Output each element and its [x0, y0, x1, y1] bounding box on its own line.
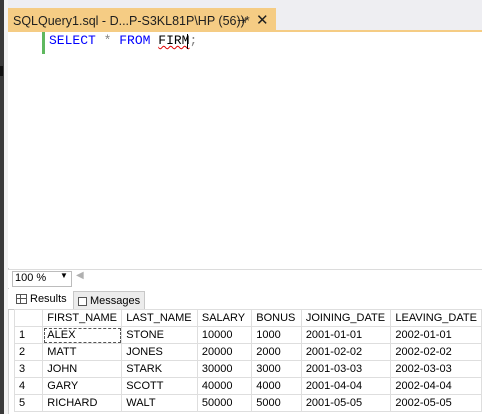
table-cell[interactable]: 2002-01-01 — [390, 326, 482, 344]
table-row[interactable]: 4 GARY SCOTT 40000 4000 2001-04-04 2002-… — [13, 377, 482, 395]
table-cell[interactable]: 4000 — [251, 377, 302, 395]
grid-header-row: FIRST_NAME LAST_NAME SALARY BONUS JOININ… — [13, 309, 482, 327]
table-cell[interactable]: 5000 — [251, 394, 302, 412]
table-cell[interactable]: 2001-01-01 — [300, 326, 392, 344]
scroll-left-icon[interactable]: ◀ — [76, 270, 84, 281]
table-cell[interactable]: 1000 — [251, 326, 302, 344]
row-number[interactable]: 2 — [13, 343, 44, 361]
tab-results[interactable]: Results — [12, 290, 71, 308]
table-cell[interactable]: 2001-04-04 — [300, 377, 392, 395]
table-cell[interactable]: 2000 — [251, 343, 302, 361]
table-cell[interactable]: STARK — [121, 360, 198, 378]
table-cell[interactable]: RICHARD — [42, 394, 123, 412]
keyword-from: FROM — [119, 33, 151, 48]
column-header[interactable]: FIRST_NAME — [42, 309, 123, 327]
table-cell[interactable]: GARY — [42, 377, 123, 395]
dock-marker — [0, 66, 3, 76]
column-header[interactable]: BONUS — [251, 309, 302, 327]
table-cell[interactable]: MATT — [42, 343, 123, 361]
table-cell[interactable]: 20000 — [196, 343, 253, 361]
left-dock-edge — [0, 0, 4, 414]
query-editor[interactable] — [8, 32, 482, 268]
column-header[interactable]: LEAVING_DATE — [390, 309, 482, 327]
semicolon: ; — [189, 33, 198, 48]
tab-results-label: Results — [30, 293, 67, 305]
table-cell[interactable]: 3000 — [251, 360, 302, 378]
column-header[interactable]: LAST_NAME — [121, 309, 198, 327]
chevron-down-icon[interactable]: ▼ — [60, 271, 68, 280]
row-number-header[interactable] — [13, 309, 44, 327]
table-cell[interactable]: 2001-02-02 — [300, 343, 392, 361]
asterisk: * — [103, 33, 112, 48]
table-cell[interactable]: 30000 — [196, 360, 253, 378]
table-cell[interactable]: STONE — [121, 326, 198, 344]
table-cell[interactable]: JOHN — [42, 360, 123, 378]
zoom-value[interactable]: 100 % — [15, 272, 46, 284]
table-cell[interactable]: JONES — [121, 343, 198, 361]
table-cell[interactable]: 10000 — [196, 326, 253, 344]
table-cell[interactable]: 2002-03-03 — [390, 360, 482, 378]
editor-line-1[interactable]: SELECT * FROM FIRM; — [49, 33, 197, 48]
row-number[interactable]: 3 — [13, 360, 44, 378]
table-cell[interactable]: 2002-04-04 — [390, 377, 482, 395]
table-cell[interactable]: 2001-05-05 — [300, 394, 392, 412]
row-number[interactable]: 1 — [13, 326, 44, 344]
tab-messages[interactable]: Messages — [73, 291, 146, 309]
messages-icon — [78, 296, 87, 306]
table-row[interactable]: 2 MATT JONES 20000 2000 2001-02-02 2002-… — [13, 343, 482, 361]
table-row[interactable]: 1 ALEX STONE 10000 1000 2001-01-01 2002-… — [13, 326, 482, 344]
grid-icon — [16, 294, 27, 304]
table-cell[interactable]: 2002-05-05 — [390, 394, 482, 412]
table-cell[interactable]: 50000 — [196, 394, 253, 412]
change-marker — [42, 32, 45, 54]
pin-icon[interactable]: ⇥ — [237, 14, 246, 27]
table-cell[interactable]: WALT — [121, 394, 198, 412]
table-row[interactable]: 5 RICHARD WALT 50000 5000 2001-05-05 200… — [13, 394, 482, 412]
table-cell[interactable]: 2001-03-03 — [300, 360, 392, 378]
table-cell[interactable]: 2002-02-02 — [390, 343, 482, 361]
tab-messages-label: Messages — [90, 294, 141, 307]
keyword-select: SELECT — [49, 33, 96, 48]
text-cursor — [187, 34, 188, 49]
column-header[interactable]: SALARY — [196, 309, 253, 327]
close-icon[interactable]: ✕ — [256, 11, 269, 29]
row-number[interactable]: 4 — [13, 377, 44, 395]
table-row[interactable]: 3 JOHN STARK 30000 3000 2001-03-03 2002-… — [13, 360, 482, 378]
table-cell[interactable]: 40000 — [196, 377, 253, 395]
table-cell[interactable]: SCOTT — [121, 377, 198, 395]
table-cell[interactable]: ALEX — [42, 326, 123, 344]
results-grid[interactable]: FIRST_NAME LAST_NAME SALARY BONUS JOININ… — [13, 309, 482, 412]
document-tab-title[interactable]: SQLQuery1.sql - D...P-S3KL81P\HP (56))* — [13, 14, 250, 28]
table-identifier: FIRM — [158, 33, 190, 48]
column-header[interactable]: JOINING_DATE — [300, 309, 392, 327]
row-number[interactable]: 5 — [13, 394, 44, 412]
